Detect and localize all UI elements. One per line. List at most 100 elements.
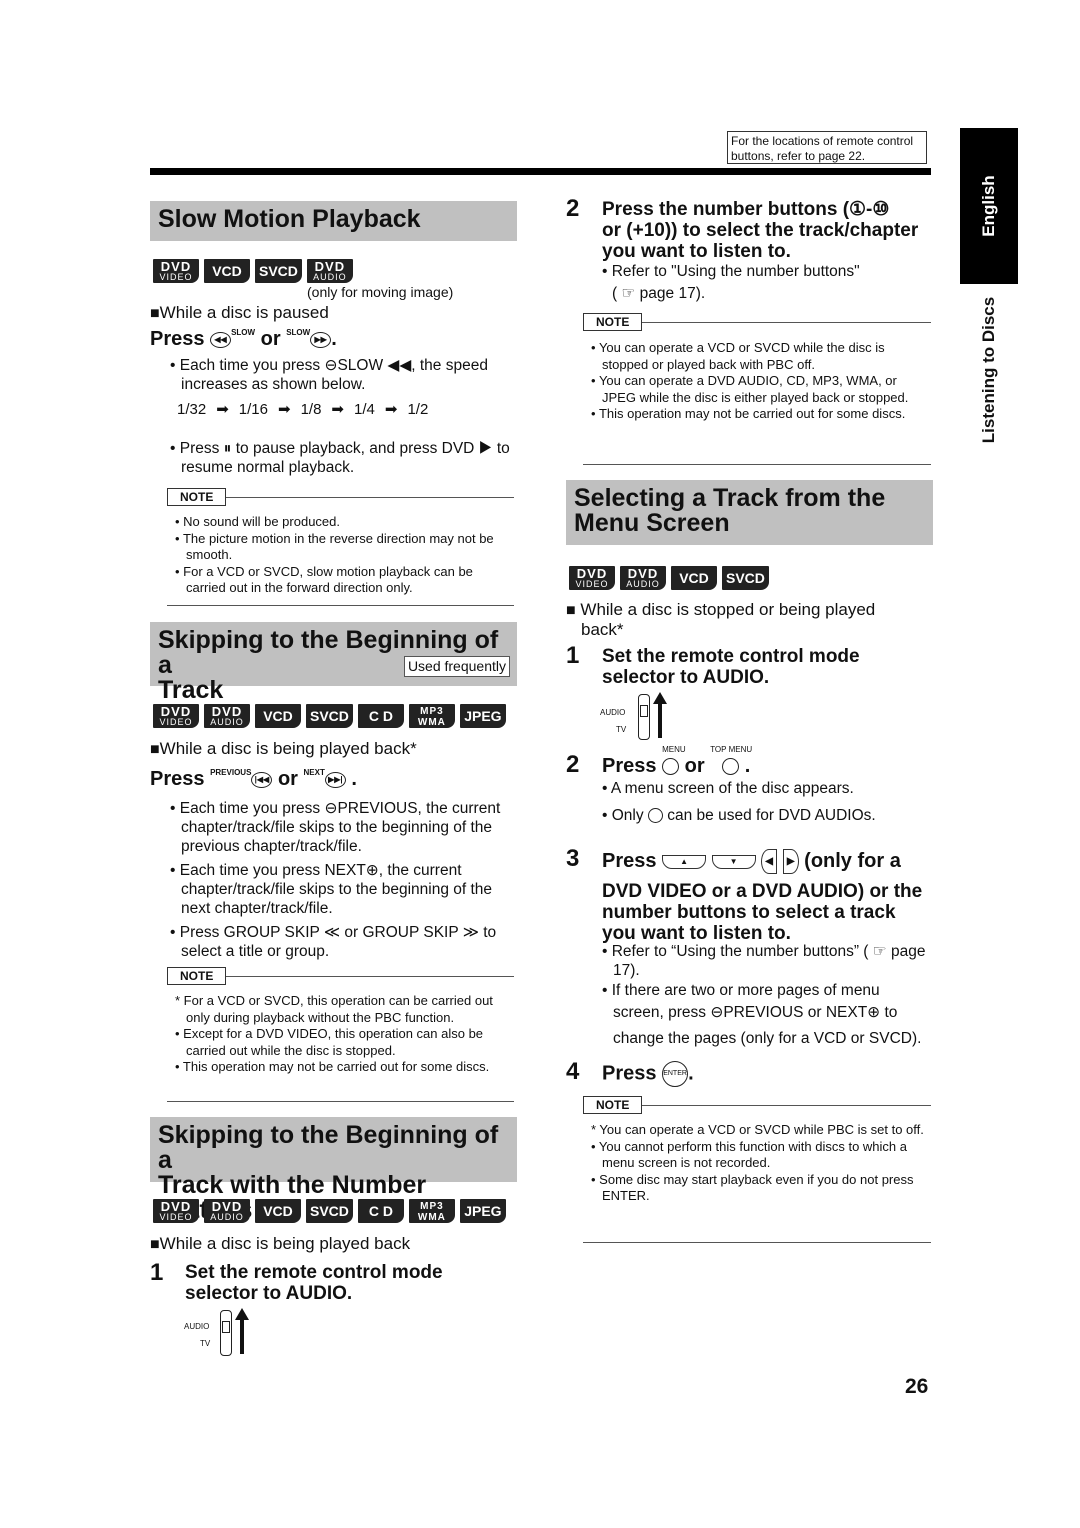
badge-top: JPEG (464, 1203, 502, 1219)
arrow-up-icon (235, 1308, 249, 1354)
badge-mp3-wma: MP3 WMA (408, 1199, 455, 1223)
step-text: Set the remote control mode selector to … (185, 1262, 443, 1304)
previous-button-icon: |◀◀ (251, 771, 273, 788)
step-number: 3 (566, 845, 580, 872)
note-item: • You can operate a DVD AUDIO, CD, MP3, … (591, 373, 909, 405)
condition-text: While a disc is being played back* (150, 739, 417, 759)
top-menu-button-icon (722, 758, 740, 776)
step-number: 1 (566, 642, 580, 669)
slow-bullet-2: • Press ⏸ to pause playback, and press D… (170, 440, 510, 476)
condition-text: While a disc is stopped or being playedb… (566, 600, 916, 639)
menu-button: MENU (662, 745, 686, 778)
step2-bullet-1: • A menu screen of the disc appears. (602, 780, 854, 797)
speed-5: 1/2 (407, 401, 429, 418)
heading-line-1: Skipping to the Beginning of a (158, 1121, 499, 1174)
note-text: No sound will be produced. (183, 514, 340, 529)
heading-line-2: Track (158, 676, 224, 704)
selector-switch-icon (638, 694, 650, 740)
note-item: • The picture motion in the reverse dire… (175, 530, 494, 563)
speed-1: 1/32 (177, 401, 207, 418)
badge-cd: C D (357, 1199, 404, 1223)
note-item: * You can operate a VCD or SVCD while PB… (591, 1122, 924, 1137)
or-label: or (260, 328, 281, 350)
note-block-menu: NOTE (583, 1096, 931, 1114)
arrow-up-icon (653, 692, 667, 738)
selector-switch-icon (220, 1310, 232, 1356)
condition-line: While a disc is stopped or being played (580, 600, 876, 619)
note-item: • This operation may not be carried out … (175, 1059, 490, 1074)
badge-top: MP3 (420, 705, 444, 717)
badge-dvd-audio: DVD AUDIO (306, 258, 353, 283)
badge-bottom: AUDIO (210, 716, 244, 727)
step-number: 2 (566, 195, 580, 222)
step-line: you want to listen to. (602, 241, 791, 262)
language-label: English (979, 175, 998, 237)
badge-top: SVCD (726, 570, 765, 586)
badge-top: VCD (212, 263, 242, 279)
top-menu-button: TOP MENU (710, 745, 752, 778)
press-label: Press (602, 1062, 657, 1085)
speed-sequence: 1/32 ➡ 1/16 ➡ 1/8 ➡ 1/4 ➡ 1/2 (177, 400, 428, 418)
badge-dvd-video: DVD VIDEO (153, 1199, 199, 1223)
slow-minus-label: SLOW (231, 328, 256, 337)
note-text: You can operate a DVD AUDIO, CD, MP3, WM… (598, 373, 909, 405)
step-line: or (+10)) to select the track/chapter (602, 220, 919, 241)
bullet-text: screen, press ⊖PREVIOUS or NEXT⊕ to chan… (613, 1004, 922, 1047)
bullet-text: Only (611, 807, 644, 824)
enter-button-icon: ENTER (662, 1061, 689, 1087)
bullet-text: Refer to "Using the number buttons" (611, 263, 860, 280)
step3-bullet-1: • Refer to “Using the number buttons” ( … (602, 943, 926, 979)
step-text: DVD VIDEO or a DVD AUDIO) or the number … (602, 881, 923, 944)
note-item: • You cannot perform this function with … (591, 1138, 907, 1171)
note-label: NOTE (167, 488, 227, 506)
skip-bullet-1: • Each time you press ⊖PREVIOUS, the cur… (170, 800, 501, 855)
step2-bullet: • Refer to "Using the number buttons" (602, 263, 860, 280)
note-item: • Some disc may start playback even if y… (591, 1171, 914, 1204)
badge-top: SVCD (310, 708, 349, 724)
note-list-slow: • No sound will be produced. • The pictu… (175, 514, 510, 597)
language-tab: English (960, 128, 1018, 284)
badge-bottom: AUDIO (313, 271, 347, 282)
note-text: The picture motion in the reverse direct… (182, 530, 494, 563)
badge-vcd: VCD (255, 1199, 301, 1223)
arrow-right-icon: ➡ (216, 401, 229, 418)
note-text: For a VCD or SVCD, slow motion playback … (183, 563, 473, 596)
step2-press: Press MENU or TOP MENU . (602, 745, 753, 778)
press-instruction: Press PREVIOUS|◀◀ or NEXT▶▶| . (150, 768, 357, 790)
bullet-text: Each time you press ⊖SLOW ◀◀, the speed … (179, 357, 488, 393)
selector-audio-label: AUDIO (184, 1322, 210, 1331)
step3-press: Press ▲ ▼ ◀ ▶ (only for a (602, 849, 901, 874)
badge-vcd: VCD (255, 704, 301, 728)
selector-audio-label: AUDIO (600, 708, 626, 717)
badge-bottom: VIDEO (159, 1211, 193, 1222)
arrow-right-icon: ➡ (277, 401, 291, 418)
mode-selector-illustration: AUDIO TV (600, 692, 670, 742)
badge-top: SVCD (310, 1203, 349, 1219)
note-item: • This operation may not be carried out … (591, 406, 906, 421)
page-number: 26 (905, 1375, 929, 1398)
section-heading-slow-motion: Slow Motion Playback (150, 201, 517, 241)
step4-press: Press ENTER. (602, 1061, 694, 1087)
badge-top: C D (368, 1203, 393, 1219)
slow-forward-button-icon: ▶▶ (310, 331, 332, 348)
badge-jpeg: JPEG (459, 1199, 506, 1223)
note-item: • You can operate a VCD or SVCD while th… (591, 340, 885, 372)
next-label: NEXT (303, 768, 325, 777)
note-item: • No sound will be produced. (175, 514, 340, 529)
selector-tv-label: TV (200, 1339, 211, 1348)
skip-bullets: • Each time you press ⊖PREVIOUS, the cur… (170, 799, 515, 961)
badge-top: JPEG (464, 708, 502, 724)
speed-2: 1/16 (238, 401, 268, 418)
badge-bottom: WMA (417, 1211, 446, 1223)
condition-text: While a disc is being played back (150, 1234, 410, 1254)
badge-bottom: AUDIO (210, 1211, 244, 1222)
press-instruction: Press ◀◀SLOW or SLOW▶▶. (150, 328, 337, 350)
press-label: Press (602, 849, 657, 872)
page-reference: ( ☞ page 17). (612, 285, 706, 302)
badge-top: DVD (314, 258, 346, 274)
previous-label: PREVIOUS (210, 768, 252, 777)
note-label: NOTE (583, 1096, 643, 1114)
bullet-text: can be used for DVD AUDIOs. (667, 807, 876, 824)
note-block-slow: NOTE (167, 488, 514, 506)
speed-3: 1/8 (300, 401, 322, 418)
